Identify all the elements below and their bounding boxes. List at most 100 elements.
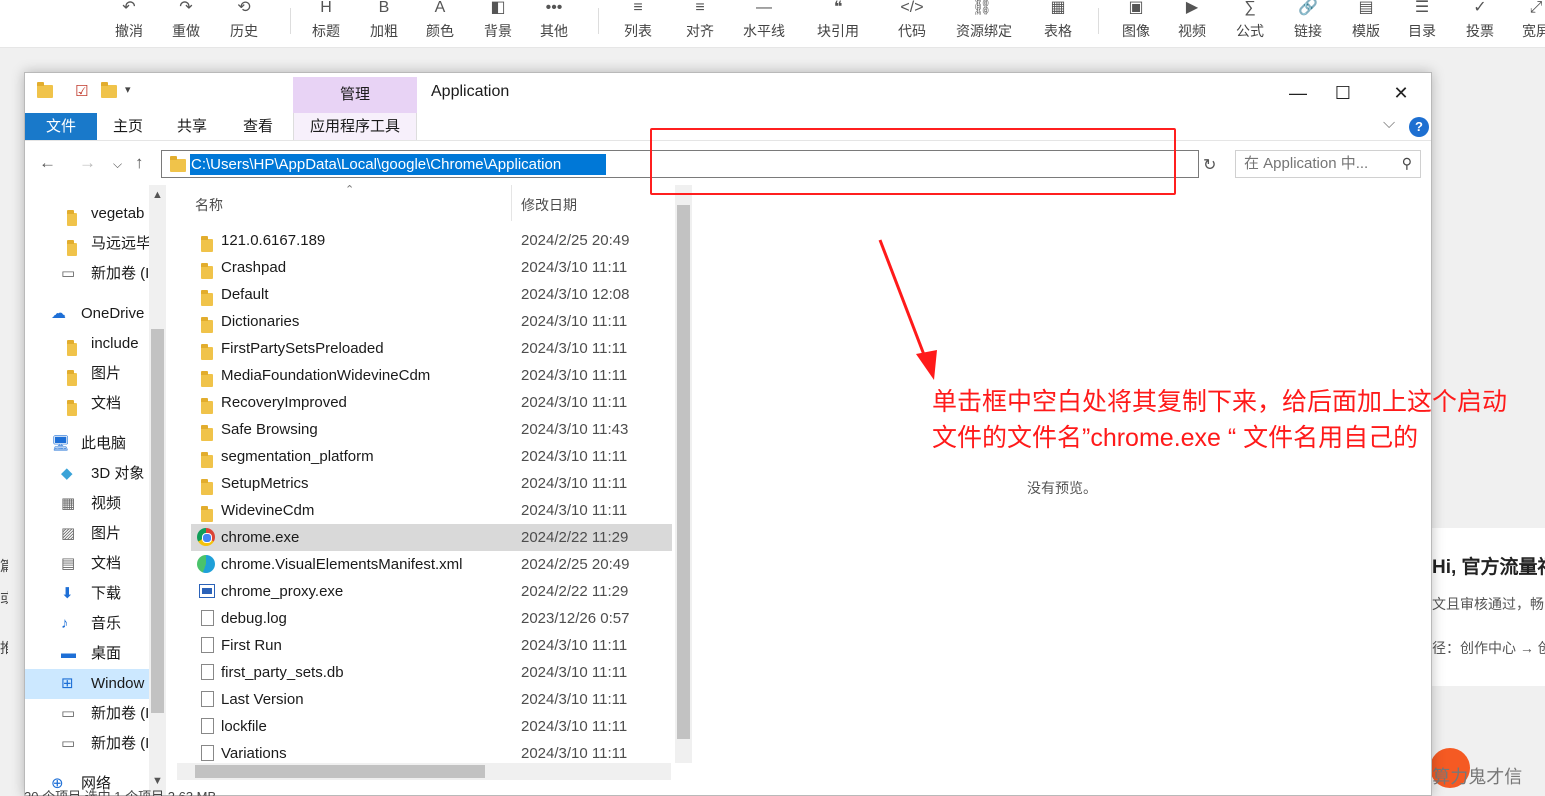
toolbar-button-table[interactable]: ▦ 表格 [1032, 0, 1084, 46]
close-icon[interactable]: ✕ [1378, 79, 1424, 107]
file-row[interactable]: SetupMetrics 2024/3/10 11:11 [191, 470, 672, 497]
toolbar-button-align[interactable]: ≡ 对齐 [674, 0, 726, 46]
back-arrow-icon[interactable]: ← [39, 153, 56, 173]
toolbar-button-image[interactable]: ▣ 图像 [1110, 0, 1162, 46]
toolbar-button-vote[interactable]: ✓ 投票 [1454, 0, 1506, 46]
file-row[interactable]: MediaFoundationWidevineCdm 2024/3/10 11:1… [191, 362, 672, 389]
toolbar-button-toc[interactable]: ☰ 目录 [1396, 0, 1448, 46]
file-row[interactable]: segmentation_platform 2024/3/10 11:11 [191, 443, 672, 470]
toolbar-button-hr[interactable]: — 水平线 [738, 0, 790, 46]
toolbar-button-history[interactable]: ⟲ 历史 [218, 0, 270, 46]
customize-toolbar-chevron-icon[interactable]: ▾ [125, 83, 131, 96]
file-row[interactable]: RecoveryImproved 2024/3/10 11:11 [191, 389, 672, 416]
file-row[interactable]: Last Version 2024/3/10 11:11 [191, 686, 672, 713]
toolbar-button-widescreen[interactable]: ⤢ 宽屏 [1510, 0, 1545, 46]
nav-item[interactable]: include [25, 329, 149, 359]
tab-file[interactable]: 文件 [25, 113, 97, 140]
scrollbar-thumb[interactable] [677, 205, 690, 739]
expand-ribbon-icon[interactable]: ⌵ [1383, 115, 1395, 133]
search-box[interactable]: ⚲ [1235, 150, 1421, 178]
file-list-scrollbar[interactable] [675, 185, 692, 763]
help-icon[interactable]: ? [1409, 117, 1429, 137]
address-input[interactable] [190, 154, 606, 175]
file-row[interactable]: chrome.exe 2024/2/22 11:29 [191, 524, 672, 551]
refresh-icon[interactable]: ↻ [1203, 155, 1216, 175]
column-header-date[interactable]: 修改日期 [521, 195, 577, 215]
file-row[interactable]: WidevineCdm 2024/3/10 11:11 [191, 497, 672, 524]
toolbar-button-list[interactable]: ≡ 列表 [612, 0, 664, 46]
nav-scrollbar[interactable]: ▲ ▼ [149, 185, 166, 795]
no-preview-text: 没有预览。 [1027, 480, 1097, 496]
toolbar-button-formula[interactable]: ∑ 公式 [1224, 0, 1276, 46]
nav-item[interactable]: ▦ 视频 [25, 489, 149, 519]
properties-check-icon[interactable]: ☑ [75, 82, 88, 100]
nav-item[interactable]: 文档 [25, 389, 149, 419]
file-row[interactable]: 121.0.6167.189 2024/2/25 20:49 [191, 227, 672, 254]
nav-item[interactable]: vegetab [25, 199, 149, 229]
new-folder-icon[interactable] [101, 82, 117, 101]
nav-item[interactable]: ▭ 新加卷 (I [25, 699, 149, 729]
toc-icon: ☰ [1414, 0, 1430, 16]
nav-item[interactable]: ♪ 音乐 [25, 609, 149, 639]
toolbar-button-bold[interactable]: B 加粗 [358, 0, 410, 46]
recent-locations-chevron-icon[interactable]: ⌵ [113, 157, 122, 172]
file-row[interactable]: Crashpad 2024/3/10 11:11 [191, 254, 672, 281]
nav-item[interactable]: ◆ 3D 对象 [25, 459, 149, 489]
nav-item[interactable]: ▭ 新加卷 (I [25, 729, 149, 759]
tab-home[interactable]: 主页 [105, 113, 151, 140]
toolbar-button-resource[interactable]: ⛓ 资源绑定 [956, 0, 1012, 46]
search-icon[interactable]: ⚲ [1402, 155, 1412, 172]
file-row[interactable]: Default 2024/3/10 12:08 [191, 281, 672, 308]
file-row[interactable]: FirstPartySetsPreloaded 2024/3/10 11:11 [191, 335, 672, 362]
column-header-name[interactable]: 名称 [195, 195, 223, 215]
nav-item[interactable]: 🖥 此电脑 [25, 429, 149, 459]
nav-item-label: 下载 [91, 585, 122, 602]
notice-card-line[interactable]: 径：创作中心 → 创 [1432, 638, 1545, 658]
file-row[interactable]: debug.log 2023/12/26 0:57 [191, 605, 672, 632]
toolbar-button-color[interactable]: A 颜色 [414, 0, 466, 46]
file-row[interactable]: chrome_proxy.exe 2024/2/22 11:29 [191, 578, 672, 605]
file-row[interactable]: First Run 2024/3/10 11:11 [191, 632, 672, 659]
tab-application-tools[interactable]: 应用程序工具 [293, 113, 417, 140]
minimize-icon[interactable]: — [1275, 79, 1321, 107]
search-input[interactable] [1244, 155, 1394, 172]
file-row[interactable]: Safe Browsing 2024/3/10 11:43 [191, 416, 672, 443]
file-row[interactable]: first_party_sets.db 2024/3/10 11:11 [191, 659, 672, 686]
scrollbar-thumb[interactable] [195, 765, 485, 778]
tab-view[interactable]: 查看 [235, 113, 281, 140]
forward-arrow-icon[interactable]: → [79, 153, 96, 173]
scroll-up-icon[interactable]: ▲ [152, 189, 163, 201]
nav-item[interactable]: 马远远毕 [25, 229, 149, 259]
scrollbar-thumb[interactable] [151, 329, 164, 713]
nav-item[interactable]: ☁ OneDrive [25, 299, 149, 329]
toolbar-button-quote[interactable]: ❝ 块引用 [812, 0, 864, 46]
nav-item[interactable]: ▨ 图片 [25, 519, 149, 549]
file-row[interactable]: chrome.VisualElementsManifest.xml 2024/2/… [191, 551, 672, 578]
toolbar-button-undo[interactable]: ↶ 撤消 [103, 0, 155, 46]
file-row[interactable]: Dictionaries 2024/3/10 11:11 [191, 308, 672, 335]
tab-manage[interactable]: 管理 [293, 77, 417, 113]
toolbar-button-heading[interactable]: H 标题 [300, 0, 352, 46]
nav-item[interactable]: ▭ 新加卷 (I [25, 259, 149, 289]
up-arrow-icon[interactable]: ↑ [135, 153, 144, 173]
toolbar-button-redo[interactable]: ↷ 重做 [160, 0, 212, 46]
toolbar-button-link[interactable]: 🔗 链接 [1282, 0, 1334, 46]
nav-item[interactable]: ▤ 文档 [25, 549, 149, 579]
toolbar-label: 颜色 [426, 23, 454, 39]
toolbar-button-more[interactable]: ••• 其他 [528, 0, 580, 46]
nav-item[interactable]: 图片 [25, 359, 149, 389]
toolbar-button-template[interactable]: ▤ 模版 [1340, 0, 1392, 46]
nav-item[interactable]: ▬ 桌面 [25, 639, 149, 669]
toolbar-button-background[interactable]: ◧ 背景 [472, 0, 524, 46]
nav-item[interactable]: ⬇ 下载 [25, 579, 149, 609]
maximize-icon[interactable]: ☐ [1320, 79, 1366, 107]
tab-share[interactable]: 共享 [169, 113, 215, 140]
file-modified-date: 2024/3/10 11:11 [521, 691, 628, 708]
toolbar-button-video[interactable]: ▶ 视频 [1166, 0, 1218, 46]
horizontal-scrollbar[interactable] [177, 763, 671, 780]
column-divider[interactable] [511, 185, 512, 221]
file-name: lockfile [221, 718, 267, 735]
toolbar-button-code[interactable]: </> 代码 [886, 0, 938, 46]
nav-item[interactable]: ⊞ Window [25, 669, 149, 699]
file-row[interactable]: lockfile 2024/3/10 11:11 [191, 713, 672, 740]
